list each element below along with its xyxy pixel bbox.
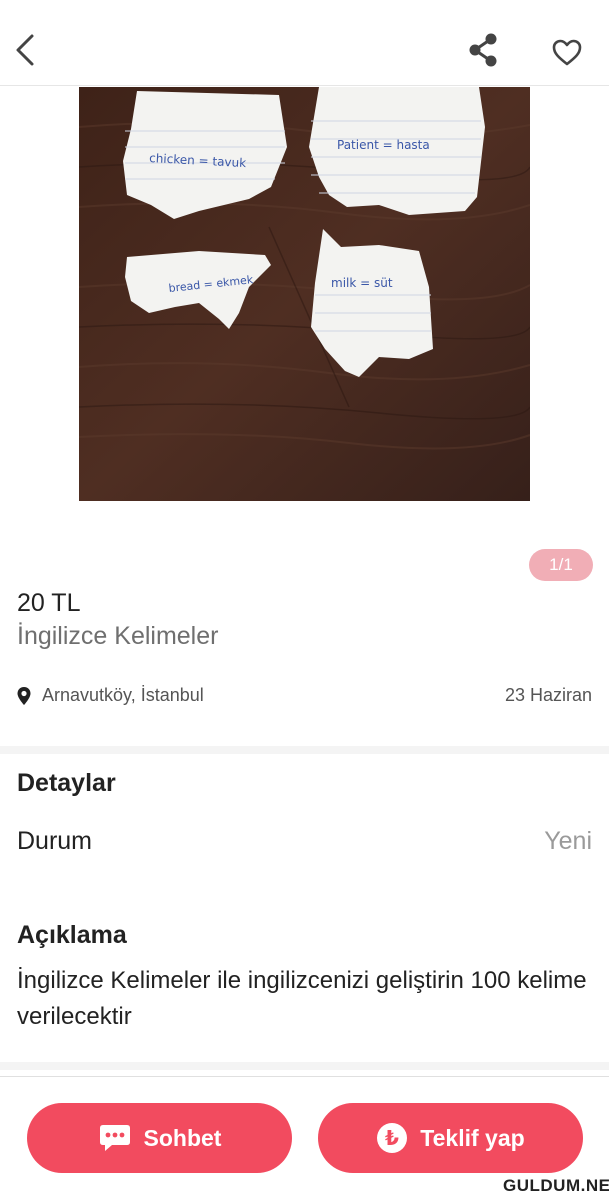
condition-value: Yeni [544, 827, 592, 855]
share-icon [469, 33, 497, 67]
chevron-left-icon [16, 34, 34, 66]
details-heading: Detaylar [17, 769, 116, 797]
back-button[interactable] [8, 28, 42, 72]
make-offer-button[interactable]: ₺ Teklif yap [318, 1103, 583, 1173]
photo-counter-badge: 1/1 [529, 549, 593, 581]
make-offer-button-label: Teklif yap [420, 1124, 525, 1151]
chat-button-label: Sohbet [143, 1124, 222, 1151]
listing-title: İngilizce Kelimeler [17, 622, 219, 650]
location-pin-icon [17, 687, 31, 705]
svg-text:₺: ₺ [385, 1126, 399, 1150]
chat-bubble-icon [99, 1125, 130, 1151]
section-divider [0, 1062, 609, 1070]
description-text: İngilizce Kelimeler ile ingilizcenizi ge… [17, 967, 587, 1030]
chat-button[interactable]: Sohbet [27, 1103, 292, 1173]
listing-date: 23 Haziran [504, 685, 592, 705]
lira-coin-icon: ₺ [377, 1123, 408, 1153]
listing-photo-image: chicken = tavuk Patient = hasta bread = … [79, 87, 530, 501]
listing-location: Arnavutköy, İstanbul [42, 685, 204, 705]
svg-text:milk = süt: milk = süt [331, 276, 393, 290]
description-heading: Açıklama [17, 921, 127, 949]
site-watermark: GULDUM.NET [503, 1176, 609, 1195]
svg-text:Patient = hasta: Patient = hasta [337, 138, 430, 152]
share-button[interactable] [466, 32, 500, 68]
listing-price: 20 TL [17, 589, 81, 617]
top-bar [0, 0, 609, 86]
listing-photo[interactable]: chicken = tavuk Patient = hasta bread = … [79, 87, 530, 501]
favorite-button[interactable] [550, 36, 584, 68]
photo-gallery[interactable]: chicken = tavuk Patient = hasta bread = … [0, 87, 609, 581]
heart-outline-icon [552, 39, 582, 66]
condition-label: Durum [17, 827, 93, 855]
section-divider [0, 746, 609, 754]
